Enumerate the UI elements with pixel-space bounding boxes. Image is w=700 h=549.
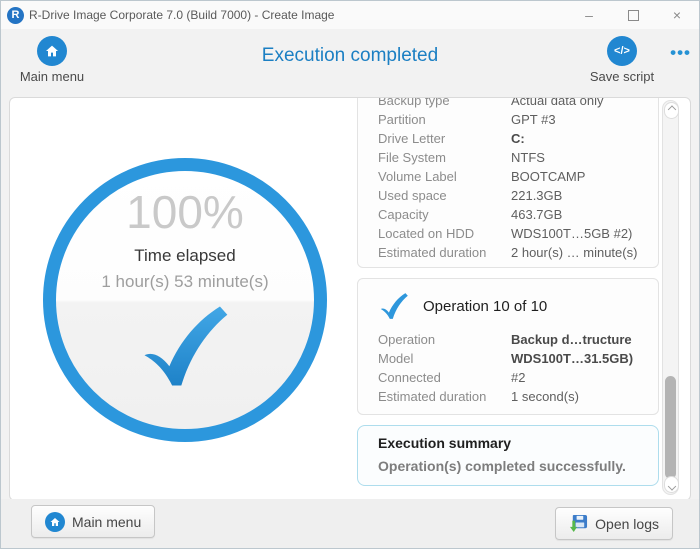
open-logs-button-label: Open logs xyxy=(595,516,659,532)
operation-card: Operation 10 of 10 OperationBackup d…tru… xyxy=(357,278,659,415)
chevron-up-icon xyxy=(667,105,675,113)
detail-label: Estimated duration xyxy=(378,243,511,262)
operation-details-list: OperationBackup d…tructureModelWDS100T…3… xyxy=(378,330,650,406)
operation-header: Operation 10 of 10 xyxy=(378,291,650,321)
detail-value: 463.7GB xyxy=(511,205,562,224)
header: Main menu Execution completed </> Save s… xyxy=(1,29,699,91)
summary-title: Execution summary xyxy=(378,435,644,451)
detail-label: Volume Label xyxy=(378,167,511,186)
save-disk-icon xyxy=(569,514,588,533)
scrollbar-track[interactable] xyxy=(662,100,679,495)
detail-row: Volume LabelBOOTCAMP xyxy=(378,167,650,186)
detail-label: Backup type xyxy=(378,98,511,110)
detail-value: C: xyxy=(511,129,525,148)
detail-row: Backup typeActual data only xyxy=(378,98,650,110)
execution-summary-card: Execution summary Operation(s) completed… xyxy=(357,425,659,486)
footer-bar: Main menu Open logs xyxy=(1,499,699,548)
detail-value: NTFS xyxy=(511,148,545,167)
detail-value: 1 second(s) xyxy=(511,387,579,406)
progress-circle: 100% Time elapsed 1 hour(s) 53 minute(s) xyxy=(43,158,327,442)
detail-value: 2 hour(s) … minute(s) xyxy=(511,243,637,262)
save-script-label: Save script xyxy=(590,69,654,84)
detail-label: Connected xyxy=(378,368,511,387)
detail-label: Drive Letter xyxy=(378,129,511,148)
time-elapsed-value: 1 hour(s) 53 minute(s) xyxy=(101,272,268,292)
detail-row: Located on HDDWDS100T…5GB #2) xyxy=(378,224,650,243)
detail-value: WDS100T…5GB #2) xyxy=(511,224,632,243)
main-menu-button-label: Main menu xyxy=(72,514,141,530)
success-check-icon xyxy=(139,300,231,392)
detail-row: Drive LetterC: xyxy=(378,129,650,148)
maximize-icon[interactable] xyxy=(611,1,655,29)
open-logs-button[interactable]: Open logs xyxy=(555,507,673,540)
minimize-icon[interactable]: – xyxy=(567,1,611,29)
detail-row: Connected#2 xyxy=(378,368,650,387)
detail-label: File System xyxy=(378,148,511,167)
backup-details-card: Backup typeActual data onlyPartitionGPT … xyxy=(357,98,659,268)
detail-label: Operation xyxy=(378,330,511,349)
close-icon[interactable]: × xyxy=(655,1,699,29)
detail-value: #2 xyxy=(511,368,525,387)
detail-row: Used space221.3GB xyxy=(378,186,650,205)
summary-message: Operation(s) completed successfully. xyxy=(378,458,644,474)
more-menu-button[interactable]: ••• xyxy=(670,43,691,63)
title-bar: R R-Drive Image Corporate 7.0 (Build 700… xyxy=(1,1,699,29)
detail-label: Partition xyxy=(378,110,511,129)
time-elapsed-label: Time elapsed xyxy=(134,246,235,266)
progress-percent: 100% xyxy=(126,187,244,238)
backup-details-list: Backup typeActual data onlyPartitionGPT … xyxy=(378,98,650,262)
home-icon xyxy=(45,512,65,532)
detail-row: OperationBackup d…tructure xyxy=(378,330,650,349)
detail-row: ModelWDS100T…31.5GB) xyxy=(378,349,650,368)
detail-row: Capacity463.7GB xyxy=(378,205,650,224)
details-column: Backup typeActual data onlyPartitionGPT … xyxy=(357,98,659,500)
detail-value: WDS100T…31.5GB) xyxy=(511,349,633,368)
detail-row: File SystemNTFS xyxy=(378,148,650,167)
scrollbar-thumb[interactable] xyxy=(665,376,676,479)
detail-row: Estimated duration1 second(s) xyxy=(378,387,650,406)
checkmark-icon xyxy=(378,291,410,321)
detail-row: Estimated duration2 hour(s) … minute(s) xyxy=(378,243,650,262)
detail-label: Located on HDD xyxy=(378,224,511,243)
detail-label: Used space xyxy=(378,186,511,205)
scroll-up-button[interactable] xyxy=(664,102,679,119)
detail-label: Capacity xyxy=(378,205,511,224)
window-title: R-Drive Image Corporate 7.0 (Build 7000)… xyxy=(29,8,334,22)
detail-value: 221.3GB xyxy=(511,186,562,205)
detail-value: Actual data only xyxy=(511,98,604,110)
detail-value: Backup d…tructure xyxy=(511,330,632,349)
main-menu-label: Main menu xyxy=(20,69,84,84)
chevron-down-icon xyxy=(667,482,675,490)
detail-value: BOOTCAMP xyxy=(511,167,585,186)
code-icon: </> xyxy=(607,36,637,66)
detail-value: GPT #3 xyxy=(511,110,556,129)
operation-title: Operation 10 of 10 xyxy=(423,298,547,315)
window-controls: – × xyxy=(567,1,699,29)
scroll-down-button[interactable] xyxy=(664,476,679,493)
app-window: R R-Drive Image Corporate 7.0 (Build 700… xyxy=(0,0,700,549)
detail-label: Estimated duration xyxy=(378,387,511,406)
detail-label: Model xyxy=(378,349,511,368)
save-script-button[interactable]: </> Save script xyxy=(585,36,659,84)
content-panel: 100% Time elapsed 1 hour(s) 53 minute(s)… xyxy=(9,97,691,501)
app-logo-icon: R xyxy=(7,7,24,24)
detail-row: PartitionGPT #3 xyxy=(378,110,650,129)
main-menu-button[interactable]: Main menu xyxy=(31,505,155,538)
